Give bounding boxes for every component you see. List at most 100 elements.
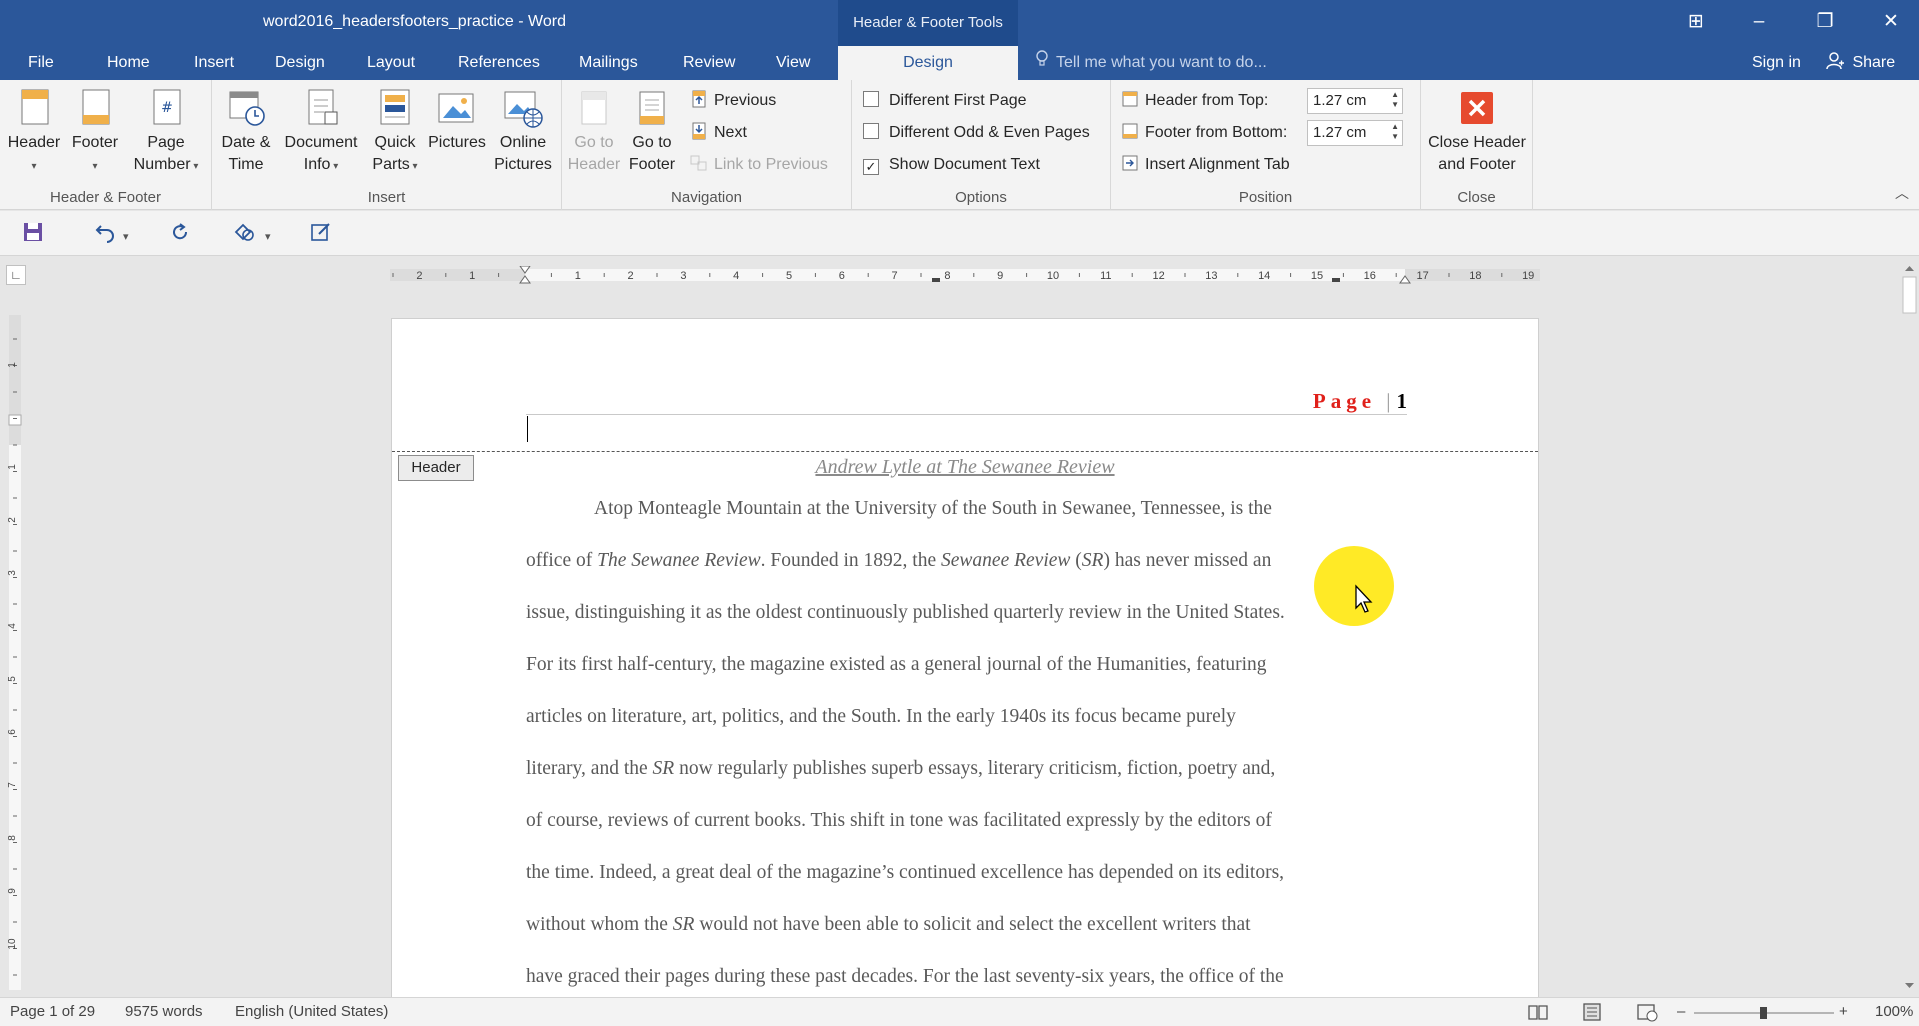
language[interactable]: English (United States) xyxy=(235,998,388,1026)
collapse-ribbon-icon[interactable]: ︿ xyxy=(1895,183,1909,203)
previous-button[interactable]: Previous xyxy=(690,88,776,114)
shapes-dropdown-icon[interactable]: ▾ xyxy=(265,224,271,250)
tell-me-box[interactable]: Tell me what you want to do... xyxy=(1036,46,1267,80)
pictures-button[interactable]: Pictures xyxy=(424,88,490,154)
group-label-close: Close xyxy=(1457,189,1496,206)
tab-insert[interactable]: Insert xyxy=(194,46,234,80)
quick-parts-button[interactable]: Quick Parts ▾ xyxy=(368,88,422,178)
minimize-icon[interactable]: – xyxy=(1733,0,1785,46)
page-count[interactable]: Page 1 of 29 xyxy=(10,998,95,1026)
tab-review[interactable]: Review xyxy=(683,46,735,80)
document-title[interactable]: Andrew Lytle at The Sewanee Review xyxy=(392,456,1538,479)
group-header-footer: Header ▾ Footer ▾ # Page Number ▾ Header & … xyxy=(0,80,212,210)
close-header-footer-button[interactable]: Close Header and Footer xyxy=(1423,88,1531,176)
document-page[interactable]: Page | 1 Header Andrew Lytle at The Sewan… xyxy=(391,318,1539,998)
print-layout-icon[interactable] xyxy=(1581,1002,1603,1022)
ruler-label: 13 xyxy=(1205,270,1217,282)
ruler-label: 1 xyxy=(7,362,18,368)
spin-arrows-icon[interactable]: ▲ ▼ xyxy=(1391,122,1399,142)
header-icon xyxy=(21,89,49,125)
online-pictures-icon xyxy=(504,91,543,128)
shapes-icon[interactable] xyxy=(233,221,257,247)
different-odd-even-checkbox[interactable]: Different Odd & Even Pages xyxy=(863,120,1090,146)
date-time-button[interactable]: Date & Time xyxy=(218,88,274,176)
ruler-label: 12 xyxy=(1152,270,1164,282)
footer-from-bottom-label: Footer from Bottom: xyxy=(1121,120,1287,146)
undo-dropdown-icon[interactable]: ▾ xyxy=(123,224,129,250)
zoom-level[interactable]: 100% xyxy=(1875,998,1913,1026)
scroll-down-icon xyxy=(1905,983,1914,988)
page-number-button[interactable]: # Page Number ▾ xyxy=(128,88,204,178)
ruler-label: 15 xyxy=(1311,270,1323,282)
share-label: Share xyxy=(1852,54,1896,71)
edit-icon[interactable] xyxy=(310,221,332,247)
share-button[interactable]: Share xyxy=(1826,46,1895,80)
checkbox-unchecked-icon xyxy=(863,123,879,139)
header-from-top-input[interactable]: 1.27 cm ▲ ▼ xyxy=(1307,88,1403,114)
tab-design[interactable]: Design xyxy=(275,46,325,80)
word-count[interactable]: 9575 words xyxy=(125,998,203,1026)
web-layout-icon[interactable] xyxy=(1636,1002,1658,1022)
read-mode-icon[interactable] xyxy=(1527,1002,1549,1022)
next-button[interactable]: Next xyxy=(690,120,747,146)
calendar-clock-icon xyxy=(229,91,265,126)
mouse-pointer-icon xyxy=(1355,584,1373,613)
document-body[interactable]: Atop Monteagle Mountain at the Universit… xyxy=(526,483,1410,997)
document-info-button[interactable]: Document Info ▾ xyxy=(278,88,364,178)
footer-from-bottom-input[interactable]: 1.27 cm ▲ ▼ xyxy=(1307,120,1403,146)
undo-icon[interactable] xyxy=(94,221,116,247)
zoom-out-button[interactable]: – xyxy=(1677,998,1685,1026)
tab-view[interactable]: View xyxy=(776,46,810,80)
ruler-label: 2 xyxy=(416,270,422,282)
save-icon[interactable] xyxy=(22,221,44,247)
footer-button[interactable]: Footer ▾ xyxy=(66,88,124,178)
tab-references[interactable]: References xyxy=(458,46,540,80)
tab-mailings[interactable]: Mailings xyxy=(579,46,638,80)
go-to-footer-icon xyxy=(639,91,665,125)
show-document-text-checkbox[interactable]: ✓ Show Document Text xyxy=(863,152,1040,178)
document-info-icon xyxy=(308,89,338,125)
zoom-in-button[interactable]: + xyxy=(1839,998,1848,1026)
next-section-icon xyxy=(692,122,706,140)
ruler-label: 11 xyxy=(1100,270,1111,282)
link-to-previous-button[interactable]: Link to Previous xyxy=(690,152,828,178)
insert-alignment-tab-button[interactable]: Insert Alignment Tab xyxy=(1121,152,1290,178)
different-first-page-checkbox[interactable]: Different First Page xyxy=(863,88,1027,114)
ruler-label: 3 xyxy=(7,570,18,576)
header-button[interactable]: Header ▾ xyxy=(6,88,62,178)
ruler-label: 17 xyxy=(1416,270,1428,282)
ruler-label: 2 xyxy=(628,270,634,282)
header-page-number[interactable]: Page | 1 xyxy=(1313,389,1407,414)
ruler-area: ∟ 2 1 1 2 3 4 5 6 7 8 9 10 11 12 13 14 15 16 17 18 19 xyxy=(0,257,1900,293)
previous-section-icon xyxy=(692,90,706,108)
tab-selector-icon[interactable]: ∟ xyxy=(6,265,26,285)
close-icon[interactable]: ✕ xyxy=(1865,0,1917,46)
tab-header-footer-design[interactable]: Design xyxy=(838,46,1018,80)
vertical-ruler[interactable]: 1 1 2 3 4 5 6 7 8 9 10 xyxy=(6,315,24,990)
zoom-slider[interactable] xyxy=(1694,1006,1834,1020)
go-to-header-icon xyxy=(581,91,607,125)
repeat-icon[interactable] xyxy=(169,221,191,247)
ruler-label: 1 xyxy=(7,464,18,470)
horizontal-ruler[interactable]: 2 1 1 2 3 4 5 6 7 8 9 10 11 12 13 14 15 16 17 18 19 xyxy=(390,266,1540,284)
tab-file[interactable]: File xyxy=(28,46,54,80)
online-pictures-button[interactable]: Online Pictures xyxy=(490,88,556,176)
restore-icon[interactable]: ❐ xyxy=(1799,0,1851,46)
ruler-label: 4 xyxy=(7,623,18,629)
go-to-header-button[interactable]: Go to Header xyxy=(566,88,622,176)
page-number-value: 1 xyxy=(1396,389,1408,413)
header-footer-tools-label: Header & Footer Tools xyxy=(838,0,1018,46)
header-from-top-label: Header from Top: xyxy=(1121,88,1268,114)
footer-position-icon xyxy=(1122,123,1138,139)
ribbon-display-options-icon[interactable]: ⊞ xyxy=(1670,0,1722,46)
group-insert: Date & Time Document Info ▾ Quick Parts ▾ P… xyxy=(212,80,562,210)
body-line: without whom the SR would not have been … xyxy=(526,914,1251,935)
go-to-footer-button[interactable]: Go to Footer xyxy=(624,88,680,176)
tab-layout[interactable]: Layout xyxy=(367,46,415,80)
sign-in-link[interactable]: Sign in xyxy=(1752,46,1801,80)
body-line: articles on literature, art, politics, a… xyxy=(526,706,1236,727)
vertical-scrollbar[interactable] xyxy=(1900,257,1919,997)
tab-home[interactable]: Home xyxy=(107,46,150,80)
body-line: Atop Monteagle Mountain at the Universit… xyxy=(594,498,1272,519)
spin-arrows-icon[interactable]: ▲ ▼ xyxy=(1391,90,1399,110)
